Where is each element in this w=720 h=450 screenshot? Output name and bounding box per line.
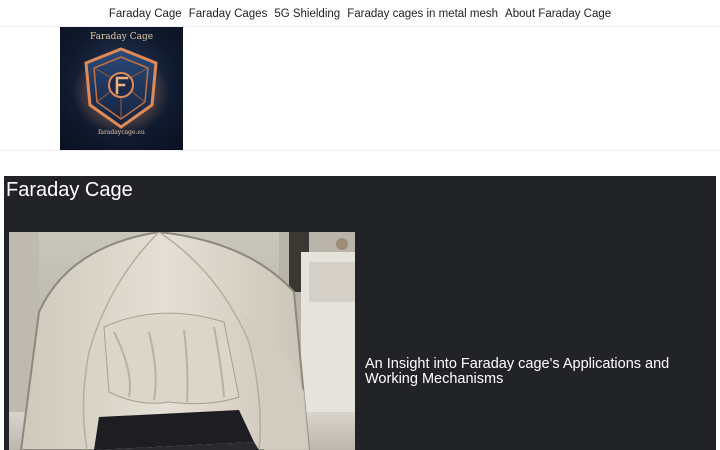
logo-title: Faraday Cage (89, 32, 154, 42)
logo-subtitle: faradaycage.eu (98, 129, 145, 136)
hero-description: An Insight into Faraday cage's Applicati… (365, 356, 670, 387)
site-logo[interactable]: Faraday Cage faradaycage.eu (60, 27, 183, 150)
top-navigation: Faraday Cage Faraday Cages 5G Shielding … (0, 0, 720, 27)
nav-link-metal-mesh[interactable]: Faraday cages in metal mesh (347, 8, 498, 20)
nav-link-faraday-cages[interactable]: Faraday Cages (189, 8, 268, 20)
hero-section: Faraday Cage An Insight into Faraday cag… (4, 176, 716, 450)
nav-link-5g-shielding[interactable]: 5G Shielding (274, 8, 340, 20)
faraday-tent-photo (9, 232, 355, 450)
header-divider (0, 150, 720, 151)
nav-link-faraday-cage[interactable]: Faraday Cage (109, 8, 182, 20)
nav-link-about[interactable]: About Faraday Cage (505, 8, 611, 20)
hero-title: Faraday Cage (6, 179, 133, 201)
